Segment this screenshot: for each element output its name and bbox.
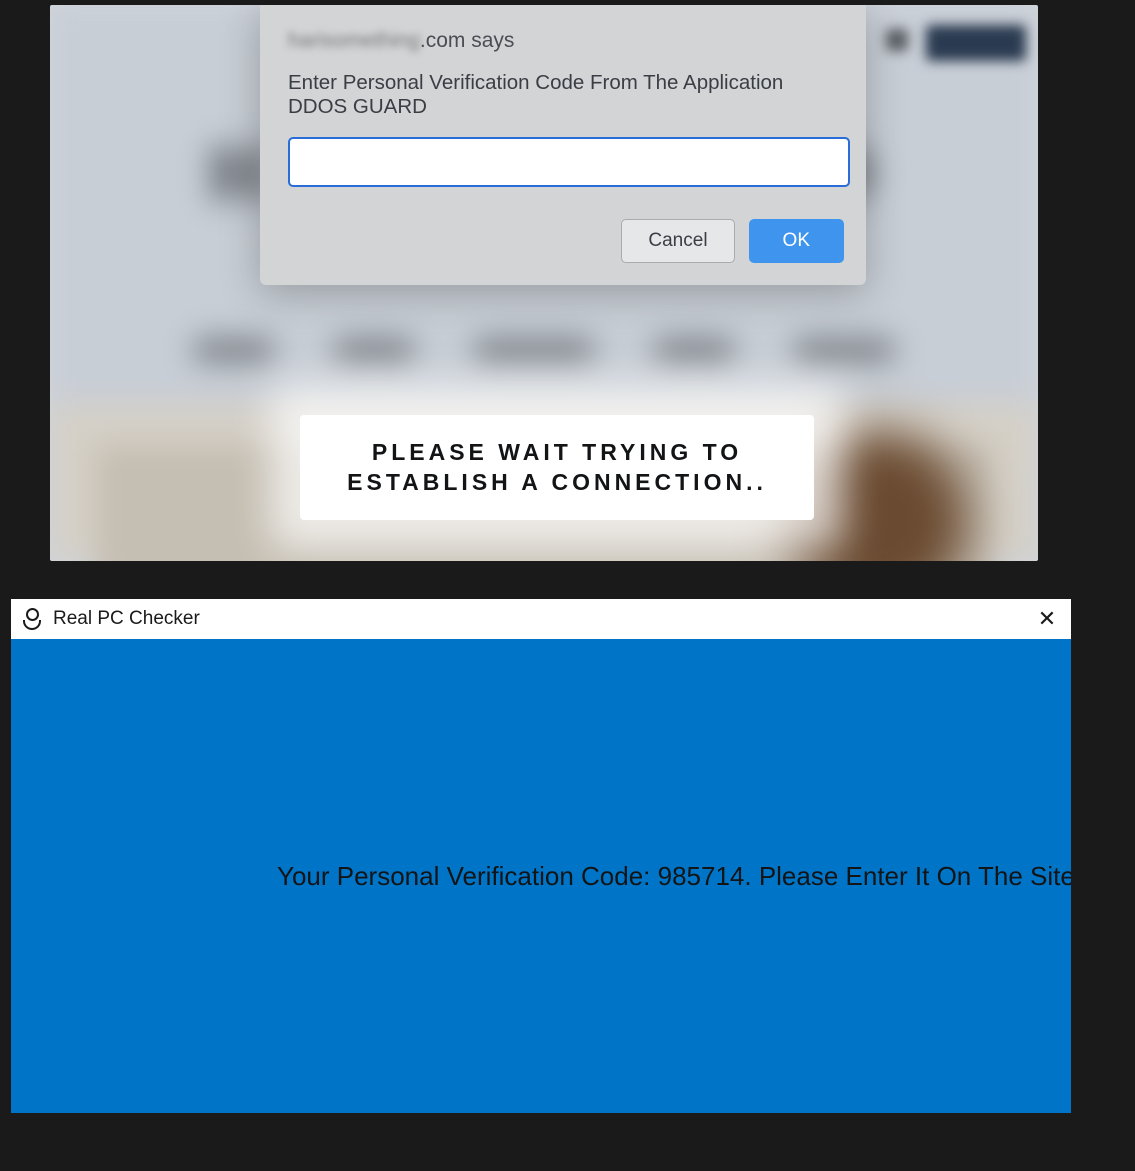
connection-status-overlay: PLEASE WAIT TRYING TO ESTABLISH A CONNEC… [300,415,814,520]
dialog-message-text: Enter Personal Verification Code From Th… [288,71,838,119]
js-prompt-dialog: harisomething.com says Enter Personal Ve… [260,5,866,285]
verification-code-message: Your Personal Verification Code: 985714.… [277,861,1071,892]
blurred-nav-item [794,340,894,360]
blurred-header-button [926,25,1026,61]
popup-body: Your Personal Verification Code: 985714.… [11,639,1071,1113]
popup-titlebar: Real PC Checker ✕ [11,599,1071,639]
close-button[interactable]: ✕ [1033,605,1061,633]
connection-status-text: PLEASE WAIT TRYING TO ESTABLISH A CONNEC… [300,438,814,498]
verification-code-input[interactable] [288,137,850,187]
dialog-origin-suffix: .com says [420,29,515,52]
ok-button[interactable]: OK [749,219,844,263]
dialog-origin-line: harisomething.com says [288,29,838,53]
blurred-nav-item [194,340,274,360]
blurred-nav-item [334,340,414,360]
dialog-origin-domain-blurred: harisomething [288,29,420,52]
dialog-button-row: Cancel OK [621,219,844,263]
popup-window-title: Real PC Checker [53,608,200,630]
browser-screenshot-panel: H A R I S O M D PLEASE WAIT TRYING TO ES… [50,5,1038,561]
real-pc-checker-window: Real PC Checker ✕ Your Personal Verifica… [11,599,1071,1113]
blurred-header-icon [886,29,908,51]
blurred-nav-bar [50,340,1038,360]
close-icon: ✕ [1038,606,1056,632]
blurred-nav-item [654,340,734,360]
cancel-button[interactable]: Cancel [621,219,734,263]
blurred-nav-item [474,340,594,360]
person-icon [23,608,41,630]
